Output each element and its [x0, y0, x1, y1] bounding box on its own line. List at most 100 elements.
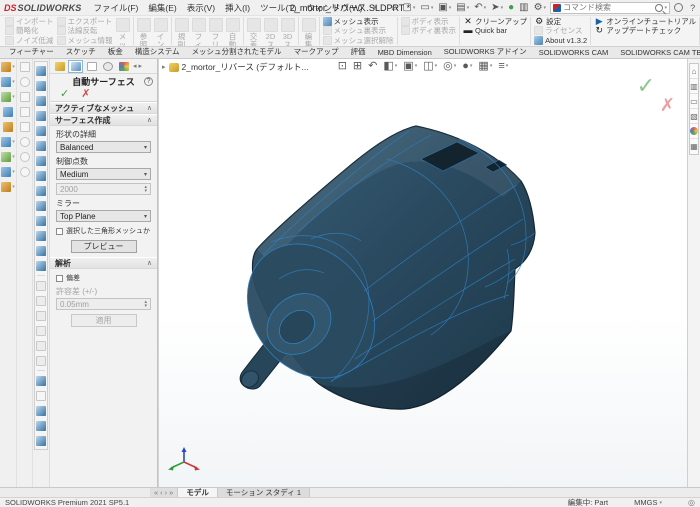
- tab-sketch[interactable]: スケッチ: [60, 44, 102, 58]
- m2s-simplify-button[interactable]: [35, 93, 47, 108]
- shape-detail-select[interactable]: Balanced ▾: [56, 141, 151, 153]
- toolbar-button-disabled[interactable]: [17, 134, 32, 149]
- nav-next-icon[interactable]: ›: [165, 488, 168, 497]
- ribbon-button-fit-surface[interactable]: フィットサーフェス: [192, 17, 206, 45]
- m2s-reference-align-button[interactable]: [35, 168, 47, 183]
- toolbar-button-disabled[interactable]: [17, 104, 32, 119]
- cancel-button[interactable]: ✗: [81, 89, 90, 100]
- nav-prev-icon[interactable]: ‹: [160, 488, 163, 497]
- spinner-arrows-icon[interactable]: ▴▾: [144, 185, 147, 193]
- tab-mbd-dimension[interactable]: MBD Dimension: [372, 46, 438, 58]
- confirmation-ok-icon[interactable]: ✓: [637, 73, 655, 99]
- zoom-to-fit-icon[interactable]: ⊡: [338, 61, 347, 72]
- display-style-icon[interactable]: ◫▾: [423, 61, 437, 72]
- toolbar-button-disabled[interactable]: [17, 59, 32, 74]
- m2s-mesh-info-button[interactable]: [35, 138, 47, 153]
- ribbon-button-auto-surface[interactable]: 自動サーフェス: [226, 17, 240, 45]
- login-avatar-icon[interactable]: [674, 3, 683, 12]
- tab-mesh-modeling[interactable]: メッシュ分割されたモデル: [186, 44, 288, 58]
- control-points-count-spinner[interactable]: 2000 ▴▾: [56, 183, 151, 195]
- m2s-export-button[interactable]: [35, 78, 47, 93]
- toolbar-button[interactable]: ▾: [0, 164, 16, 179]
- toolbar-button-disabled[interactable]: [17, 149, 32, 164]
- hide-show-items-icon[interactable]: ◎▾: [443, 61, 456, 72]
- m2s-freeform-button[interactable]: [35, 228, 47, 243]
- toolbar-button[interactable]: [0, 104, 16, 119]
- view-palette-tab[interactable]: ▧: [690, 109, 698, 124]
- toolbar-button[interactable]: [0, 119, 16, 134]
- ok-button[interactable]: ✓: [60, 89, 69, 100]
- ribbon-button-quick-bar[interactable]: ▬Quick bar: [463, 26, 527, 35]
- help-icon[interactable]: ?: [144, 77, 153, 86]
- options-button[interactable]: ⚙▾: [532, 3, 548, 13]
- toolbar-button[interactable]: ▾: [0, 59, 16, 74]
- toolbar-button[interactable]: ▾: [0, 74, 16, 89]
- ribbon-button-freeform[interactable]: フリーフォーム: [209, 17, 223, 45]
- toolbar-button-disabled[interactable]: [17, 164, 32, 179]
- m2s-fit-surface-button[interactable]: [35, 213, 47, 228]
- rebuild-button[interactable]: ●: [506, 3, 516, 13]
- previous-view-icon[interactable]: ↶: [368, 61, 377, 72]
- tab-markup[interactable]: マークアップ: [288, 44, 345, 58]
- m2s-flip-normals-button[interactable]: [35, 108, 47, 123]
- dimxpert-manager-tab[interactable]: [100, 60, 115, 73]
- confirmation-cancel-icon[interactable]: ✗: [660, 95, 675, 116]
- m2s-interactive-align-button[interactable]: [35, 183, 47, 198]
- search-input[interactable]: [563, 3, 652, 12]
- file-explorer-tab[interactable]: ▭: [690, 94, 698, 109]
- toolbar-button-disabled[interactable]: [17, 119, 32, 134]
- zoom-to-area-icon[interactable]: ⊞: [353, 61, 362, 72]
- m2s-display-tool-button[interactable]: [35, 403, 47, 418]
- display-manager-tab[interactable]: [116, 60, 131, 73]
- help-button[interactable]: ?: [687, 3, 698, 13]
- ribbon-button-mesh-selection[interactable]: メッシュ選択: [116, 17, 130, 45]
- tab-model[interactable]: モデル: [178, 488, 218, 497]
- m2s-solid-button-disabled[interactable]: [35, 353, 47, 368]
- m2s-display-tool-button[interactable]: [35, 433, 47, 448]
- featuremanager-tab[interactable]: [52, 60, 67, 73]
- print-button[interactable]: ▤▾: [454, 3, 471, 13]
- mirror-plane-select[interactable]: Top Plane ▾: [56, 210, 151, 222]
- ribbon-button-interactive-align[interactable]: インタラクティブ整列: [154, 17, 168, 45]
- tab-solidworks-addins[interactable]: SOLIDWORKS アドイン: [438, 44, 533, 58]
- toolbar-button[interactable]: ▾: [0, 134, 16, 149]
- toolbar-button[interactable]: ▾: [0, 89, 16, 104]
- undo-button[interactable]: ↶▾: [472, 3, 488, 13]
- toolbar-button[interactable]: ▾: [0, 179, 16, 194]
- appearances-scenes-tab[interactable]: [690, 124, 698, 139]
- edit-appearance-icon[interactable]: ●▾: [462, 61, 472, 72]
- section-view-icon[interactable]: ◧▾: [383, 61, 397, 72]
- menu-edit[interactable]: 編集(E): [144, 2, 180, 14]
- file-properties-button[interactable]: ▥: [517, 3, 530, 13]
- breadcrumb-arrow-icon[interactable]: ▸: [162, 63, 166, 71]
- toolbar-button-disabled[interactable]: [17, 89, 32, 104]
- spinner-arrows-icon[interactable]: ▴▾: [144, 300, 147, 308]
- ribbon-button-license[interactable]: ライセンス: [534, 26, 587, 35]
- ribbon-button-cleanup[interactable]: ✕クリーンアップ: [463, 17, 527, 26]
- command-search-box[interactable]: ▾: [550, 2, 670, 14]
- tab-motion-study[interactable]: モーション スタディ 1: [218, 488, 310, 497]
- preview-button[interactable]: プレビュー: [71, 240, 137, 253]
- m2s-solid-button-disabled[interactable]: [35, 323, 47, 338]
- tab-sheet-metal[interactable]: 板金: [102, 44, 129, 58]
- ribbon-button-reference-align[interactable]: 参照整列: [137, 17, 151, 45]
- menu-view[interactable]: 表示(V): [183, 2, 219, 14]
- m2s-display-tool-button[interactable]: [35, 418, 47, 433]
- toolbar-button-disabled[interactable]: [17, 74, 32, 89]
- tab-solidworks-cam[interactable]: SOLIDWORKS CAM: [533, 46, 615, 58]
- m2s-auto-surface-button[interactable]: [35, 243, 47, 258]
- m2s-solid-button-disabled[interactable]: [35, 293, 47, 308]
- ribbon-button-2d-sketch-fit[interactable]: 2Dスケッチフィット: [264, 17, 278, 45]
- m2s-import-button[interactable]: [35, 63, 47, 78]
- deviation-checkbox[interactable]: 偏差: [56, 273, 151, 283]
- m2s-solid-button-disabled[interactable]: [35, 338, 47, 353]
- task-pane-home-tab[interactable]: ⌂: [690, 64, 698, 79]
- extract-from-selection-checkbox[interactable]: 選択した三角形メッシュからのみ抽出: [56, 226, 151, 236]
- propertymanager-tab[interactable]: [68, 60, 83, 73]
- nav-first-icon[interactable]: «: [154, 488, 158, 497]
- control-points-select[interactable]: Medium ▾: [56, 168, 151, 180]
- m2s-regular-shape-button[interactable]: [35, 198, 47, 213]
- section-active-mesh[interactable]: アクティブなメッシュ ∧: [50, 102, 157, 114]
- status-tag-icon[interactable]: ◎: [688, 498, 695, 507]
- save-button[interactable]: ▣▾: [436, 3, 453, 13]
